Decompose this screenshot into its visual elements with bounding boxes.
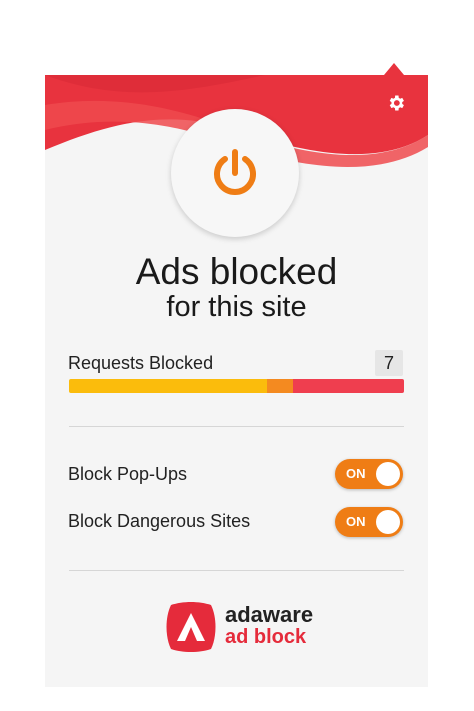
logo-text-adaware: adaware (225, 602, 314, 627)
popup-pointer (384, 63, 404, 75)
requests-blocked-label: Requests Blocked (68, 353, 214, 373)
adblock-popup: Ads blocked for this site Requests Block… (45, 75, 428, 687)
requests-bar-segment-1 (266, 379, 294, 393)
block-dangerous-sites-label: Block Dangerous Sites (68, 511, 251, 531)
requests-blocked-bar (69, 379, 404, 393)
requests-bar-segment-0 (69, 379, 267, 393)
toggle-state: ON (346, 514, 366, 529)
power-button[interactable] (171, 109, 299, 237)
toggle-knob (376, 462, 400, 486)
adaware-logo[interactable]: adaware ad block (163, 599, 313, 657)
status-subtitle: for this site (166, 291, 307, 323)
settings-button[interactable] (386, 93, 406, 113)
divider (69, 426, 404, 427)
logo-text-adblock: ad block (225, 626, 307, 648)
block-popups-toggle[interactable]: ON (335, 459, 403, 489)
status-title: Ads blocked (135, 251, 338, 292)
requests-bar-segment-2 (293, 379, 404, 393)
gear-icon (389, 95, 404, 111)
block-dangerous-sites-toggle[interactable]: ON (335, 507, 403, 537)
toggle-knob (376, 510, 400, 534)
block-popups-label: Block Pop-Ups (68, 464, 188, 484)
power-icon (214, 149, 256, 195)
requests-blocked-count: 7 (375, 350, 403, 376)
adaware-logo-icon (166, 602, 216, 652)
toggle-state: ON (346, 466, 366, 481)
divider (69, 570, 404, 571)
